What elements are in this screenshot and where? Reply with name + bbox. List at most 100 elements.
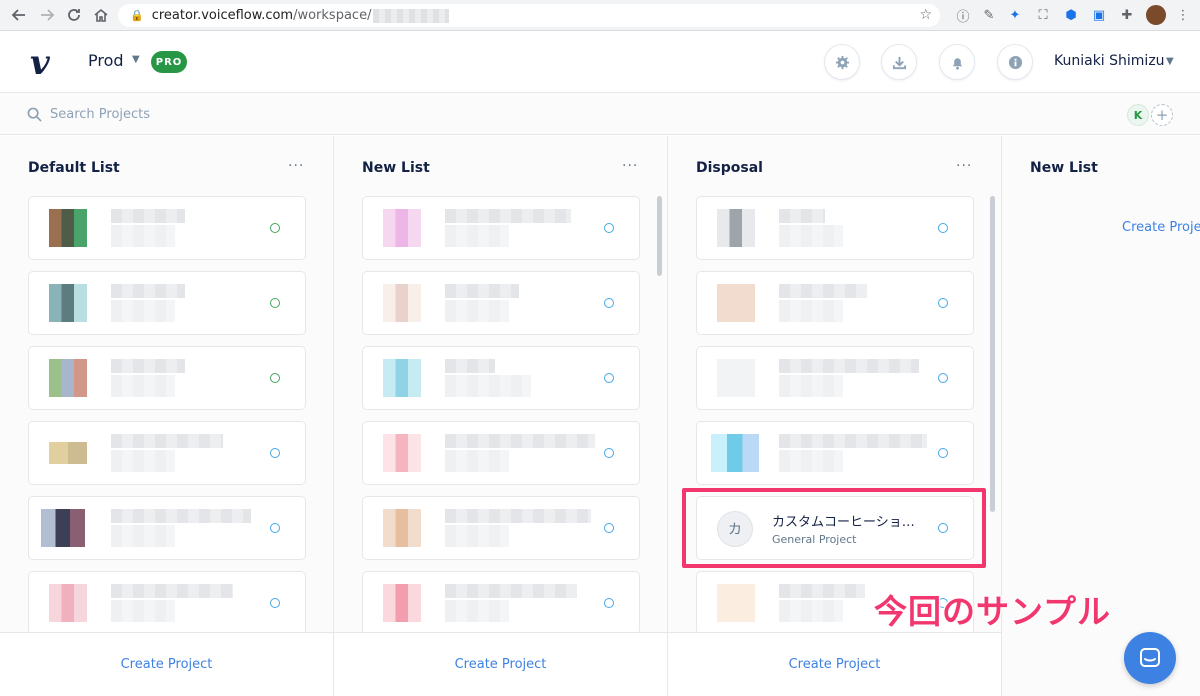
add-member-button[interactable]: + (1151, 104, 1173, 126)
chevron-down-icon[interactable]: ▼ (1166, 56, 1174, 67)
list-scrollbar[interactable] (657, 196, 662, 276)
project-card[interactable] (696, 271, 974, 335)
redacted-project-subtitle (445, 600, 509, 622)
redacted-project-title (779, 359, 919, 373)
create-project-button[interactable]: Create Project (121, 657, 213, 672)
redacted-project-title (111, 434, 223, 448)
download-icon (892, 56, 906, 69)
voiceflow-logo[interactable]: v (30, 43, 50, 83)
list-title[interactable]: New List (1030, 160, 1098, 176)
create-project-footer: Create Project (0, 632, 333, 696)
search-input[interactable] (50, 102, 450, 126)
address-bar[interactable]: 🔒 creator.voiceflow.com/workspace/ ☆ (118, 4, 940, 27)
redacted-project-subtitle (111, 525, 175, 547)
project-card[interactable] (362, 571, 640, 635)
reload-icon[interactable] (63, 4, 85, 26)
project-card[interactable] (362, 271, 640, 335)
project-card[interactable] (696, 196, 974, 260)
project-card[interactable] (362, 421, 640, 485)
extension-info-icon[interactable]: ⓘ (954, 6, 972, 25)
create-project-button[interactable]: Create Proje (1122, 220, 1200, 235)
project-card[interactable] (696, 421, 974, 485)
search-icon (27, 107, 42, 122)
app-header: v Prod ▼ PRO Kuniaki Shimizu ▼ (0, 31, 1200, 93)
status-indicator (938, 223, 948, 233)
extension-pen-icon[interactable]: ✎ (980, 6, 998, 24)
list-title[interactable]: Disposal (696, 160, 763, 176)
status-indicator (604, 223, 614, 233)
settings-button[interactable] (824, 44, 860, 80)
extension-translate-icon[interactable]: ▣ (1090, 6, 1108, 24)
back-icon[interactable] (8, 4, 30, 26)
project-card[interactable] (362, 346, 640, 410)
user-menu[interactable]: Kuniaki Shimizu (1054, 53, 1165, 69)
redacted-project-subtitle (445, 525, 509, 547)
project-thumbnail (41, 509, 85, 547)
url-path: /workspace/ (293, 8, 372, 23)
forward-icon[interactable] (36, 4, 58, 26)
redacted-url-segment (373, 8, 450, 23)
project-thumbnail (49, 284, 87, 322)
project-card[interactable] (28, 421, 306, 485)
project-card[interactable] (362, 496, 640, 560)
create-project-button[interactable]: Create Project (789, 657, 881, 672)
support-chat-button[interactable] (1124, 632, 1176, 684)
project-card[interactable] (28, 196, 306, 260)
redacted-project-title (111, 209, 185, 223)
redacted-project-subtitle (111, 300, 175, 322)
project-thumbnail (49, 359, 87, 397)
extension-capture-icon[interactable]: ⛶ (1034, 6, 1052, 24)
project-card[interactable] (362, 196, 640, 260)
project-thumbnail (717, 359, 755, 397)
project-thumbnail (717, 584, 755, 622)
redacted-project-title (779, 434, 927, 448)
project-card[interactable] (696, 346, 974, 410)
project-card[interactable] (28, 346, 306, 410)
create-project-button[interactable]: Create Project (455, 657, 547, 672)
list-column: Default List ··· Create Project (0, 136, 334, 696)
chevron-down-icon[interactable]: ▼ (132, 54, 140, 65)
annotation-callout: 今回のサンプル (874, 592, 1112, 631)
project-thumbnail (383, 434, 421, 472)
redacted-project-title (445, 509, 591, 523)
bookmark-star-icon[interactable]: ☆ (919, 7, 932, 23)
info-button[interactable] (997, 44, 1033, 80)
browser-menu-icon[interactable]: ⋮ (1174, 6, 1192, 24)
list-menu-icon[interactable]: ··· (956, 158, 972, 174)
project-card[interactable] (28, 571, 306, 635)
list-title[interactable]: New List (362, 160, 430, 176)
redacted-project-subtitle (111, 375, 175, 397)
workspace-name[interactable]: Prod (88, 51, 124, 70)
create-project-footer: Create Project (668, 632, 1001, 696)
list-scrollbar[interactable] (990, 196, 995, 512)
redacted-project-subtitle (779, 450, 843, 472)
project-thumbnail (383, 584, 421, 622)
project-thumbnail (717, 209, 755, 247)
extension-gear-icon[interactable]: ✦ (1006, 6, 1024, 24)
list-title[interactable]: Default List (28, 160, 120, 176)
plan-badge: PRO (151, 51, 187, 73)
redacted-project-subtitle (111, 600, 175, 622)
extensions-puzzle-icon[interactable]: ✚ (1118, 6, 1136, 24)
status-indicator (270, 598, 280, 608)
redacted-project-title (779, 209, 825, 223)
search-bar (0, 93, 1200, 135)
redacted-project-subtitle (445, 300, 509, 322)
home-icon[interactable] (90, 4, 112, 26)
project-card[interactable] (28, 496, 306, 560)
project-thumbnail (383, 209, 421, 247)
extension-cube-icon[interactable]: ⬢ (1062, 6, 1080, 24)
list-menu-icon[interactable]: ··· (622, 158, 638, 174)
project-thumbnail (49, 209, 87, 247)
status-indicator (604, 448, 614, 458)
notifications-button[interactable] (939, 44, 975, 80)
member-avatar[interactable]: K (1127, 104, 1149, 126)
redacted-project-title (445, 359, 495, 373)
profile-avatar-icon[interactable] (1146, 5, 1166, 25)
redacted-project-subtitle (779, 600, 843, 622)
download-button[interactable] (881, 44, 917, 80)
status-indicator (938, 298, 948, 308)
list-menu-icon[interactable]: ··· (288, 158, 304, 174)
redacted-project-title (779, 584, 865, 598)
project-card[interactable] (28, 271, 306, 335)
